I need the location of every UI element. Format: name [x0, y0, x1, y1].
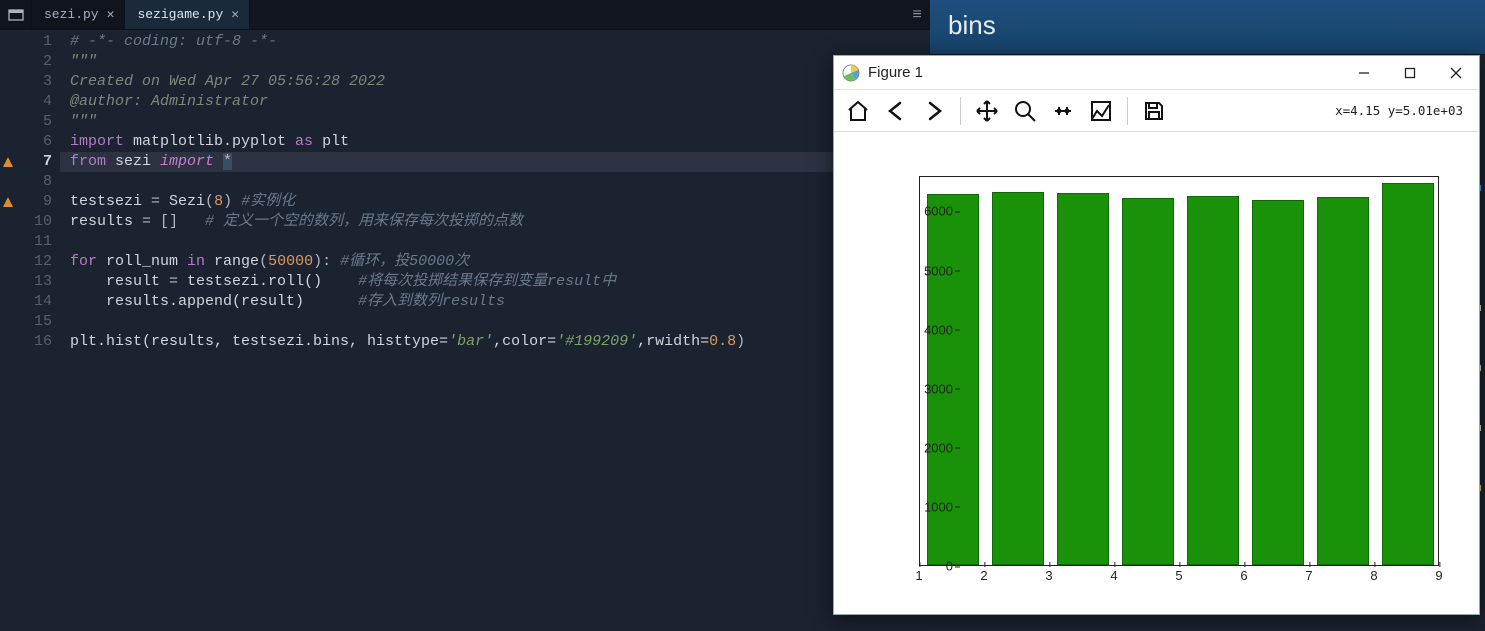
tab-new-icon[interactable] — [0, 0, 32, 29]
code-line[interactable] — [70, 232, 930, 252]
x-tick-label: 6 — [1240, 568, 1247, 583]
y-tick-label: 2000 — [903, 440, 953, 455]
figure-title: Figure 1 — [868, 64, 923, 81]
bar — [1252, 200, 1304, 565]
y-tick-label: 3000 — [903, 381, 953, 396]
code-line[interactable]: """ — [70, 52, 930, 72]
pan-button[interactable] — [969, 93, 1005, 129]
cursor-coords: x=4.15 y=5.01e+03 — [1335, 103, 1473, 118]
x-tick-label: 9 — [1435, 568, 1442, 583]
x-tick-label: 3 — [1045, 568, 1052, 583]
close-button[interactable] — [1433, 56, 1479, 90]
zoom-button[interactable] — [1007, 93, 1043, 129]
code-line[interactable]: testsezi = Sezi(8) #实例化 — [70, 192, 930, 212]
y-tick-label: 6000 — [903, 204, 953, 219]
bar — [1122, 198, 1174, 565]
matplotlib-icon — [842, 64, 860, 82]
close-tab-icon[interactable]: ✕ — [231, 7, 239, 22]
close-tab-icon[interactable]: ✕ — [107, 7, 115, 22]
bar — [1187, 196, 1239, 565]
gutter-marks — [0, 30, 16, 631]
forward-button[interactable] — [916, 93, 952, 129]
toolbar-separator — [960, 97, 961, 125]
x-tick-label: 1 — [915, 568, 922, 583]
y-tick-label: 0 — [903, 559, 953, 574]
code-line[interactable]: for roll_num in range(50000): #循环，投50000… — [70, 252, 930, 272]
bar — [1317, 197, 1369, 565]
figure-titlebar[interactable]: Figure 1 — [834, 56, 1479, 90]
code-area: 12345678910111213141516 # -*- coding: ut… — [0, 30, 930, 631]
code-line[interactable]: result = testsezi.roll() #将每次投掷结果保存到变量re… — [70, 272, 930, 292]
bar — [992, 192, 1044, 565]
right-panel-title: bins — [930, 0, 1485, 55]
x-tick-label: 7 — [1305, 568, 1312, 583]
plot-area[interactable]: 0 1000 2000 3000 4000 5000 6000 1 2 3 4 5 6 7 8 9 — [834, 132, 1479, 614]
editor-pane: sezi.py ✕ sezigame.py ✕ ≡ 12345678910111213… — [0, 0, 930, 631]
code-line[interactable]: # -*- coding: utf-8 -*- — [70, 32, 930, 52]
y-tick-label: 1000 — [903, 499, 953, 514]
tab-sezigame-py[interactable]: sezigame.py ✕ — [125, 0, 250, 29]
code-line[interactable] — [70, 312, 930, 332]
tab-label: sezi.py — [44, 7, 99, 22]
y-tick-label: 4000 — [903, 322, 953, 337]
edit-button[interactable] — [1083, 93, 1119, 129]
bar — [1057, 193, 1109, 565]
axes — [919, 176, 1439, 566]
toolbar-separator — [1127, 97, 1128, 125]
x-tick-label: 8 — [1370, 568, 1377, 583]
tab-sezi-py[interactable]: sezi.py ✕ — [32, 0, 125, 29]
code-line[interactable]: from sezi import * — [60, 152, 930, 172]
home-button[interactable] — [840, 93, 876, 129]
code-text[interactable]: # -*- coding: utf-8 -*-"""Created on Wed… — [60, 30, 930, 631]
tab-overflow-menu-icon[interactable]: ≡ — [904, 0, 930, 29]
minimize-button[interactable] — [1341, 56, 1387, 90]
tab-bar: sezi.py ✕ sezigame.py ✕ ≡ — [0, 0, 930, 30]
figure-toolbar: x=4.15 y=5.01e+03 — [834, 90, 1479, 132]
warning-icon[interactable] — [0, 192, 16, 212]
x-tick-label: 4 — [1110, 568, 1117, 583]
code-line[interactable]: Created on Wed Apr 27 05:56:28 2022 — [70, 72, 930, 92]
code-line[interactable]: plt.hist(results, testsezi.bins, histtyp… — [70, 332, 930, 352]
code-line[interactable]: import matplotlib.pyplot as plt — [70, 132, 930, 152]
code-line[interactable]: @author: Administrator — [70, 92, 930, 112]
code-line[interactable]: """ — [70, 112, 930, 132]
save-button[interactable] — [1136, 93, 1172, 129]
code-line[interactable] — [70, 172, 930, 192]
maximize-button[interactable] — [1387, 56, 1433, 90]
code-line[interactable]: results = [] # 定义一个空的数列，用来保存每次投掷的点数 — [70, 212, 930, 232]
subplots-button[interactable] — [1045, 93, 1081, 129]
y-tick-label: 5000 — [903, 263, 953, 278]
figure-window[interactable]: Figure 1 x=4.15 y=5.01e+03 0 1000 2000 3000… — [833, 55, 1480, 615]
x-tick-label: 5 — [1175, 568, 1182, 583]
code-line[interactable]: results.append(result) #存入到数列results — [70, 292, 930, 312]
warning-icon[interactable] — [0, 152, 16, 172]
x-tick-label: 2 — [980, 568, 987, 583]
tab-label: sezigame.py — [137, 7, 223, 22]
bar — [1382, 183, 1434, 565]
line-numbers: 12345678910111213141516 — [16, 30, 60, 631]
back-button[interactable] — [878, 93, 914, 129]
